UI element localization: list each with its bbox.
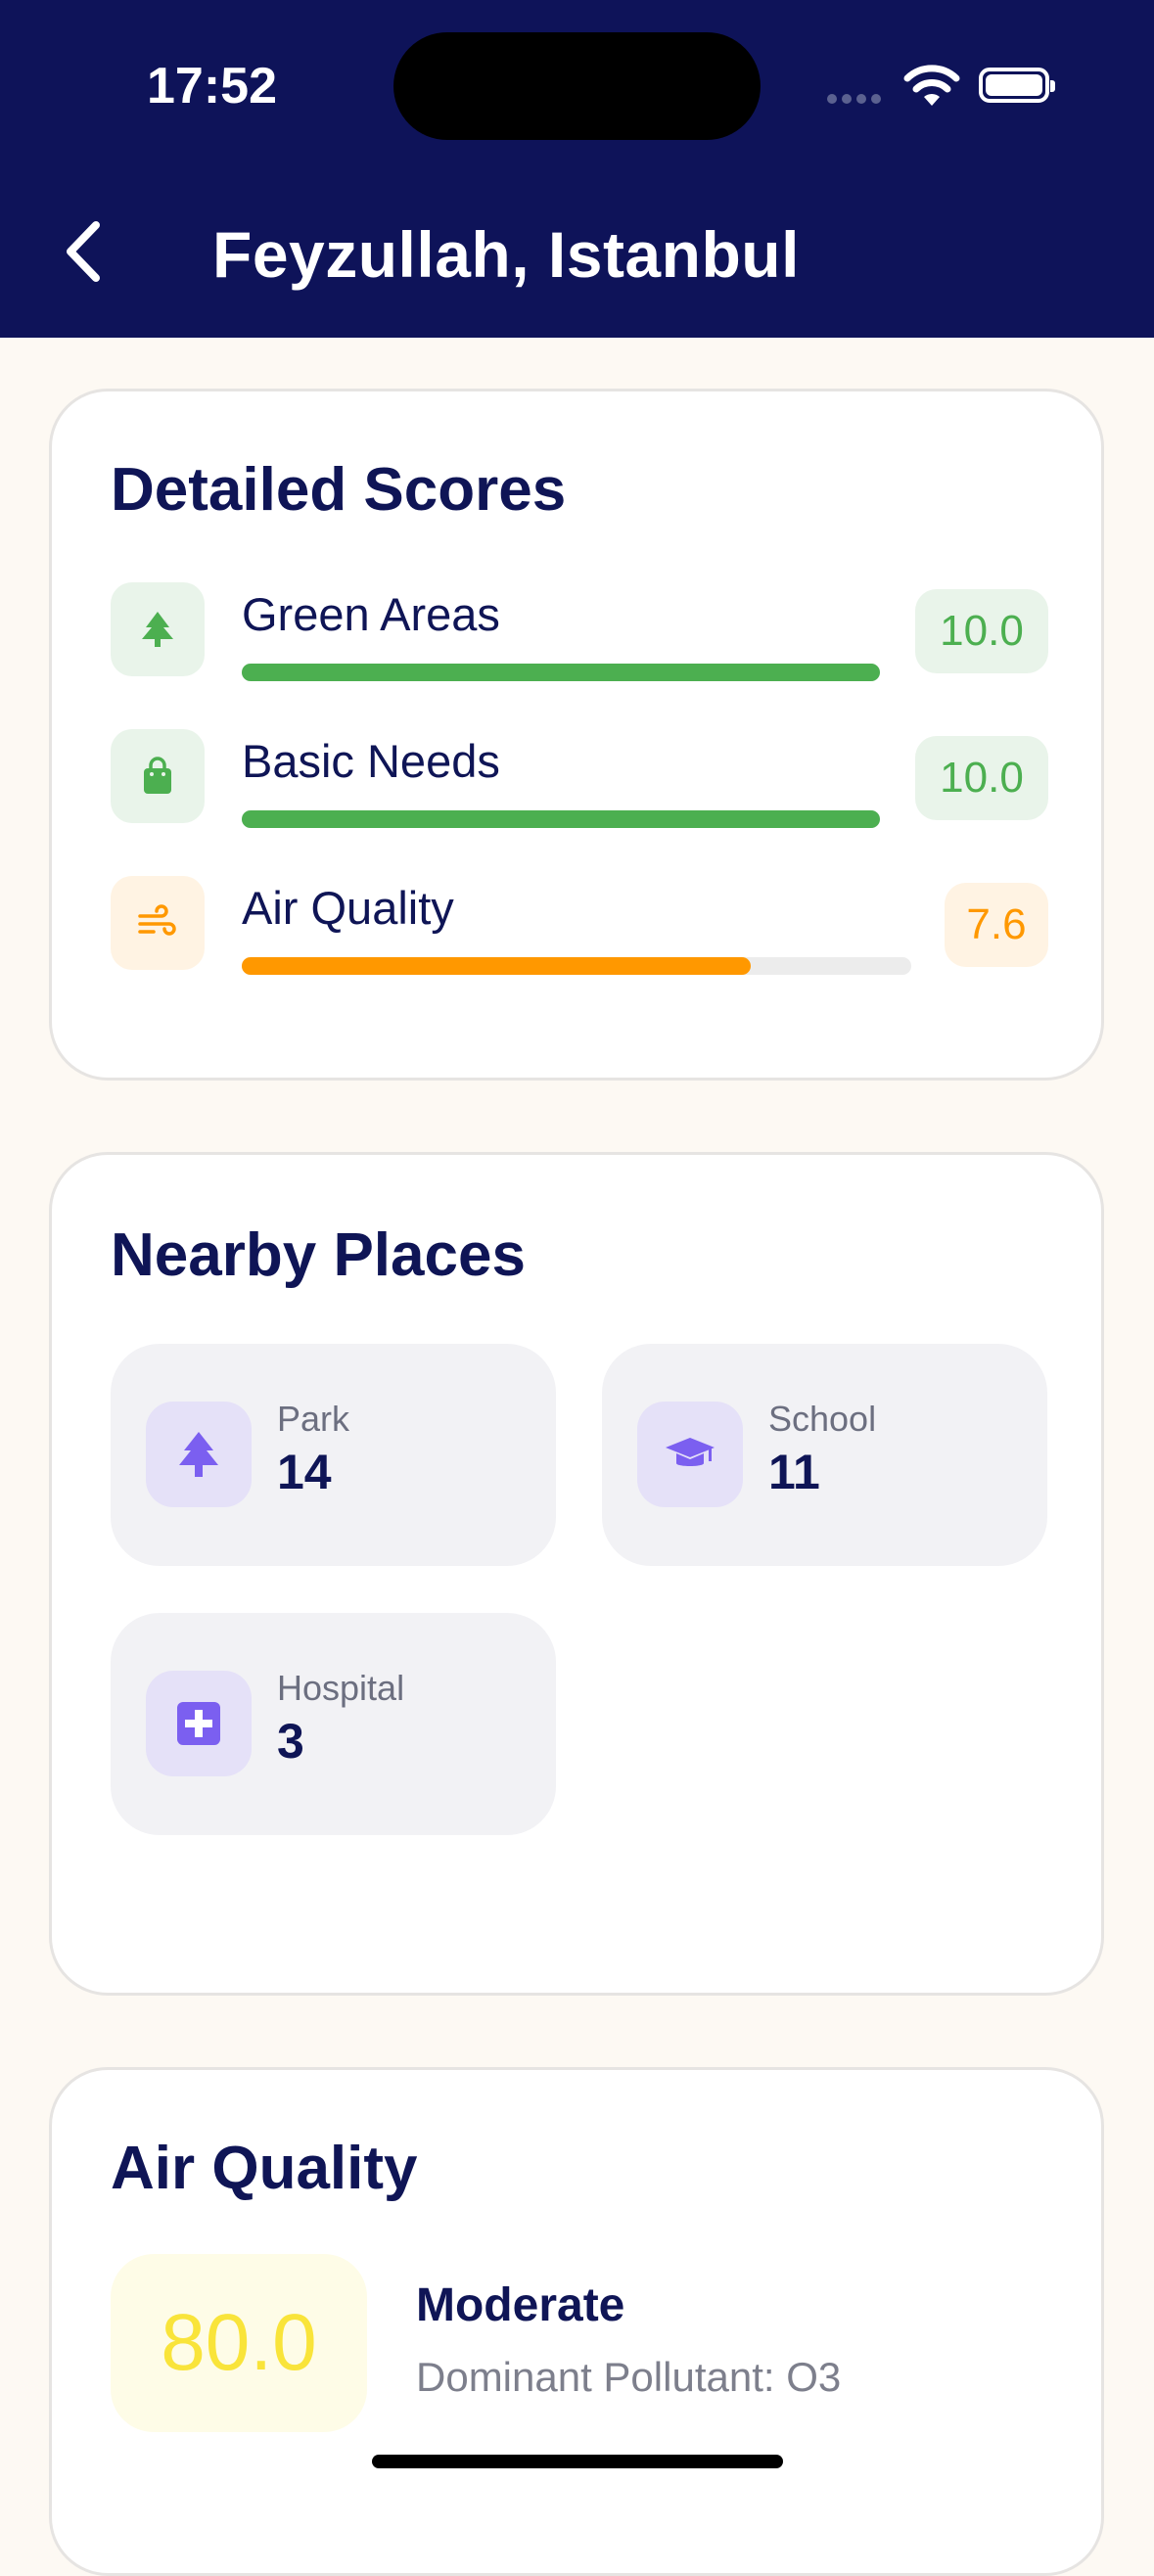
place-name: Park	[277, 1399, 350, 1439]
air-quality-title: Air Quality	[111, 2135, 418, 2202]
place-card-hospital[interactable]: Hospital 3	[111, 1613, 556, 1835]
aqi-status: Moderate	[416, 2279, 625, 2331]
place-card-park[interactable]: Park 14	[111, 1344, 556, 1566]
nearby-places-title: Nearby Places	[111, 1221, 526, 1289]
score-badge-basic-needs: 10.0	[915, 736, 1048, 820]
nearby-places-card: Nearby Places Park 14 School 11 Hospital…	[49, 1152, 1104, 1996]
wifi-icon	[903, 65, 960, 106]
place-count: 11	[768, 1445, 820, 1499]
aqi-value: 80.0	[111, 2254, 367, 2432]
header-bar: 17:52 Feyzullah, Istanbul	[0, 0, 1154, 338]
detailed-scores-card: Detailed Scores Green Areas 10.0 Basic N…	[49, 389, 1104, 1081]
dynamic-island	[393, 32, 761, 140]
home-indicator[interactable]	[372, 2455, 783, 2468]
air-quality-card: Air Quality 80.0 Moderate Dominant Pollu…	[49, 2067, 1104, 2576]
score-bar-basic-needs	[242, 810, 880, 828]
tree-icon	[111, 582, 205, 676]
back-button[interactable]	[57, 217, 115, 286]
place-count: 3	[277, 1714, 304, 1769]
place-name: Hospital	[277, 1668, 405, 1708]
score-label-green-areas: Green Areas	[242, 588, 500, 640]
score-badge-green-areas: 10.0	[915, 589, 1048, 673]
cellular-signal-icon	[827, 91, 886, 109]
page-title: Feyzullah, Istanbul	[212, 218, 800, 291]
score-label-basic-needs: Basic Needs	[242, 735, 500, 787]
detailed-scores-title: Detailed Scores	[111, 456, 567, 524]
graduation-cap-icon	[637, 1402, 743, 1507]
shopping-bag-icon	[111, 729, 205, 823]
score-bar-green-areas	[242, 664, 880, 681]
score-badge-air-quality: 7.6	[945, 883, 1048, 967]
medical-cross-icon	[146, 1671, 252, 1776]
place-name: School	[768, 1399, 877, 1439]
score-bar-air-quality	[242, 957, 911, 975]
tree-icon	[146, 1402, 252, 1507]
status-time: 17:52	[147, 58, 277, 115]
score-label-air-quality: Air Quality	[242, 882, 454, 934]
dominant-pollutant: Dominant Pollutant: O3	[416, 2354, 842, 2400]
wind-icon	[111, 876, 205, 970]
place-card-school[interactable]: School 11	[602, 1344, 1047, 1566]
battery-icon	[979, 68, 1055, 103]
place-count: 14	[277, 1445, 332, 1499]
